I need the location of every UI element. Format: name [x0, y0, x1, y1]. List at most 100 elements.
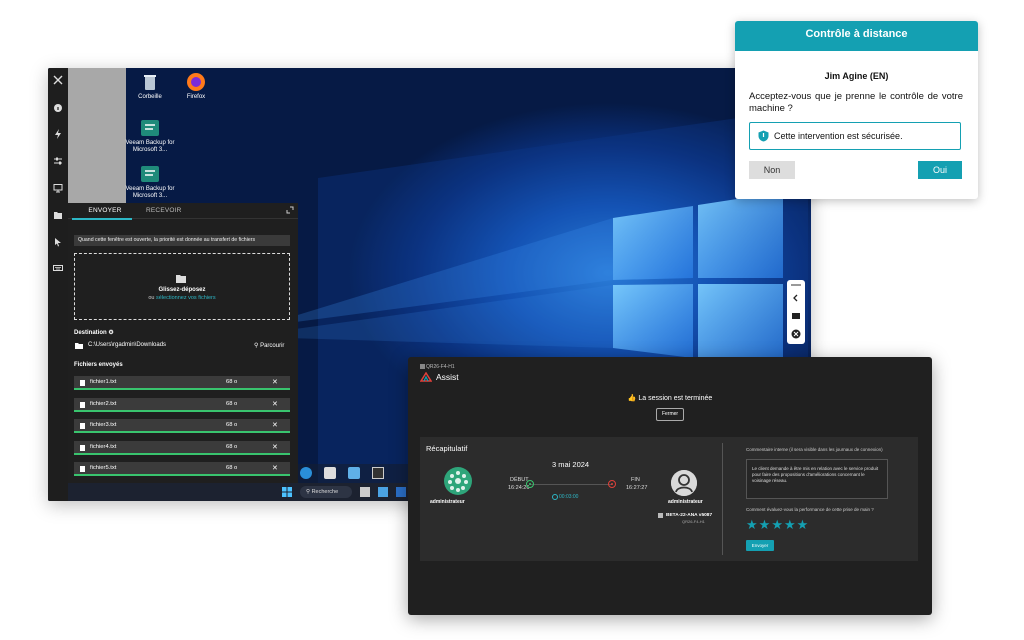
- destination-label-text: Destination: [74, 330, 107, 336]
- taskbar-search-label: Recherche: [311, 489, 339, 495]
- send-button[interactable]: Envoyer: [746, 540, 774, 551]
- file-size: 68 o: [226, 465, 238, 471]
- accept-button[interactable]: Oui: [918, 161, 962, 179]
- app-icon[interactable]: [378, 487, 388, 497]
- host-name: BETA-22-ANA v5087: [666, 513, 713, 518]
- requester-name: Jim Agine (EN): [824, 71, 889, 81]
- desktop-icon-veeam-1[interactable]: Veeam Backup for Microsoft 3...: [124, 118, 176, 154]
- desktop-icon-firefox[interactable]: Firefox: [170, 72, 222, 101]
- browse-label: Parcourir: [260, 343, 285, 349]
- recap-title: Récapitulatif: [426, 444, 468, 453]
- window-id: QR26-F4-H1: [426, 364, 455, 370]
- app-icon[interactable]: [396, 487, 406, 497]
- lightning-icon[interactable]: [52, 128, 64, 140]
- file-icon: [80, 402, 85, 408]
- edge-icon[interactable]: [300, 467, 312, 479]
- cursor-icon[interactable]: [52, 236, 64, 248]
- desktop-icon-label: Firefox: [186, 94, 206, 100]
- app-icon[interactable]: [324, 467, 336, 479]
- select-files-link[interactable]: sélectionnez vos fichiers: [156, 295, 216, 301]
- file-icon: [80, 445, 85, 451]
- close-icon[interactable]: [52, 74, 64, 86]
- settings-sliders-icon[interactable]: [52, 155, 64, 167]
- thumbs-up-icon: 👍: [627, 395, 637, 402]
- expand-icon[interactable]: [286, 206, 294, 214]
- firefox-icon: [186, 72, 206, 92]
- file-name: fichier3.txt: [90, 422, 117, 428]
- file-icon: [80, 466, 85, 472]
- search-icon: ⚲: [254, 343, 259, 349]
- info-icon[interactable]: [52, 102, 64, 114]
- dialog-question: Acceptez-vous que je prenne le contrôle …: [749, 91, 963, 114]
- sent-files-label: Fichiers envoyés: [74, 362, 123, 368]
- panel-divider: [722, 443, 723, 555]
- star-icon[interactable]: ★: [771, 517, 784, 532]
- file-row: fichier3.txt 68 o ✕: [74, 419, 290, 433]
- desktop-icon-label: Corbeille: [138, 94, 162, 100]
- terminal-icon[interactable]: [372, 467, 384, 479]
- file-transfer-icon[interactable]: [52, 209, 64, 221]
- secure-notice: Cette intervention est sécurisée.: [749, 122, 961, 150]
- assist-session-window: QR26-F4-H1 Assist 👍 La session est termi…: [408, 357, 932, 615]
- taskbar-search[interactable]: ⚲ Recherche: [300, 486, 352, 498]
- desktop-icon-veeam-2[interactable]: Veeam Backup for Microsoft 3...: [124, 164, 176, 200]
- session-ended-text: La session est terminée: [638, 395, 713, 402]
- drop-subtitle: ou sélectionnez vos fichiers: [75, 295, 289, 301]
- session-timeline: [530, 484, 612, 485]
- rating-label: Comment évaluez-vous la performance de c…: [746, 507, 874, 512]
- monitor-icon[interactable]: [52, 182, 64, 194]
- transfer-tabs: ENVOYER RECEVOIR: [68, 203, 298, 220]
- session-date: 3 mai 2024: [552, 460, 590, 469]
- folder-icon: [74, 342, 84, 350]
- app-icon[interactable]: [348, 467, 360, 479]
- remove-file-icon[interactable]: ✕: [272, 419, 278, 432]
- remove-file-icon[interactable]: ✕: [272, 398, 278, 411]
- star-rating[interactable]: ★★★★★: [746, 517, 809, 533]
- windows-start-icon[interactable]: [282, 487, 292, 497]
- timer-icon: [552, 494, 558, 500]
- file-icon: [80, 423, 85, 429]
- chevron-left-icon[interactable]: [791, 293, 801, 303]
- file-size: 68 o: [226, 444, 238, 450]
- drag-handle[interactable]: [791, 284, 801, 286]
- drop-or: ou: [148, 295, 155, 301]
- tab-send[interactable]: ENVOYER: [80, 207, 130, 214]
- destination-label: Destination ⚙: [74, 329, 114, 336]
- file-name: fichier4.txt: [90, 444, 117, 450]
- comment-textarea[interactable]: Le client demande à être mis en relation…: [746, 459, 888, 499]
- remote-toolbar: [48, 68, 68, 501]
- tab-receive[interactable]: RECEVOIR: [146, 207, 182, 214]
- end-time: 16:27:27: [626, 485, 648, 491]
- keyboard-icon[interactable]: [52, 262, 64, 274]
- veeam-icon: [140, 164, 160, 184]
- close-circle-icon[interactable]: [791, 329, 801, 339]
- browse-button[interactable]: ⚲ Parcourir: [254, 342, 284, 349]
- star-icon[interactable]: ★: [759, 517, 772, 532]
- drop-zone[interactable]: Glissez-déposez ou sélectionnez vos fich…: [74, 253, 290, 320]
- file-row: fichier4.txt 68 o ✕: [74, 441, 290, 455]
- star-icon[interactable]: ★: [746, 517, 759, 532]
- remove-file-icon[interactable]: ✕: [272, 441, 278, 454]
- remove-file-icon[interactable]: ✕: [272, 376, 278, 389]
- end-marker-icon: [608, 480, 616, 488]
- gear-icon[interactable]: ⚙: [108, 330, 113, 336]
- host-id: QR26-F4-H1: [682, 519, 705, 524]
- file-size: 68 o: [226, 401, 238, 407]
- client-name: administrateur: [668, 499, 703, 505]
- start-marker-icon: [526, 480, 534, 488]
- decline-button[interactable]: Non: [749, 161, 795, 179]
- task-view-icon[interactable]: [360, 487, 370, 497]
- desktop-icon-recycle-bin[interactable]: Corbeille: [124, 72, 176, 101]
- screen-icon[interactable]: [791, 311, 801, 321]
- file-name: fichier5.txt: [90, 465, 117, 471]
- window-id-icon: [420, 364, 425, 369]
- comment-label: Commentaire interne (il sera visible dan…: [746, 447, 883, 452]
- desktop-icon-label: Veeam Backup for Microsoft 3...: [125, 186, 175, 199]
- remove-file-icon[interactable]: ✕: [272, 462, 278, 475]
- computer-icon: [658, 513, 663, 518]
- search-icon: ⚲: [306, 489, 311, 495]
- star-icon[interactable]: ★: [797, 517, 810, 532]
- star-icon[interactable]: ★: [784, 517, 797, 532]
- priority-notice: Quand cette fenêtre est ouverte, la prio…: [74, 235, 290, 246]
- close-button[interactable]: Fermer: [656, 408, 684, 421]
